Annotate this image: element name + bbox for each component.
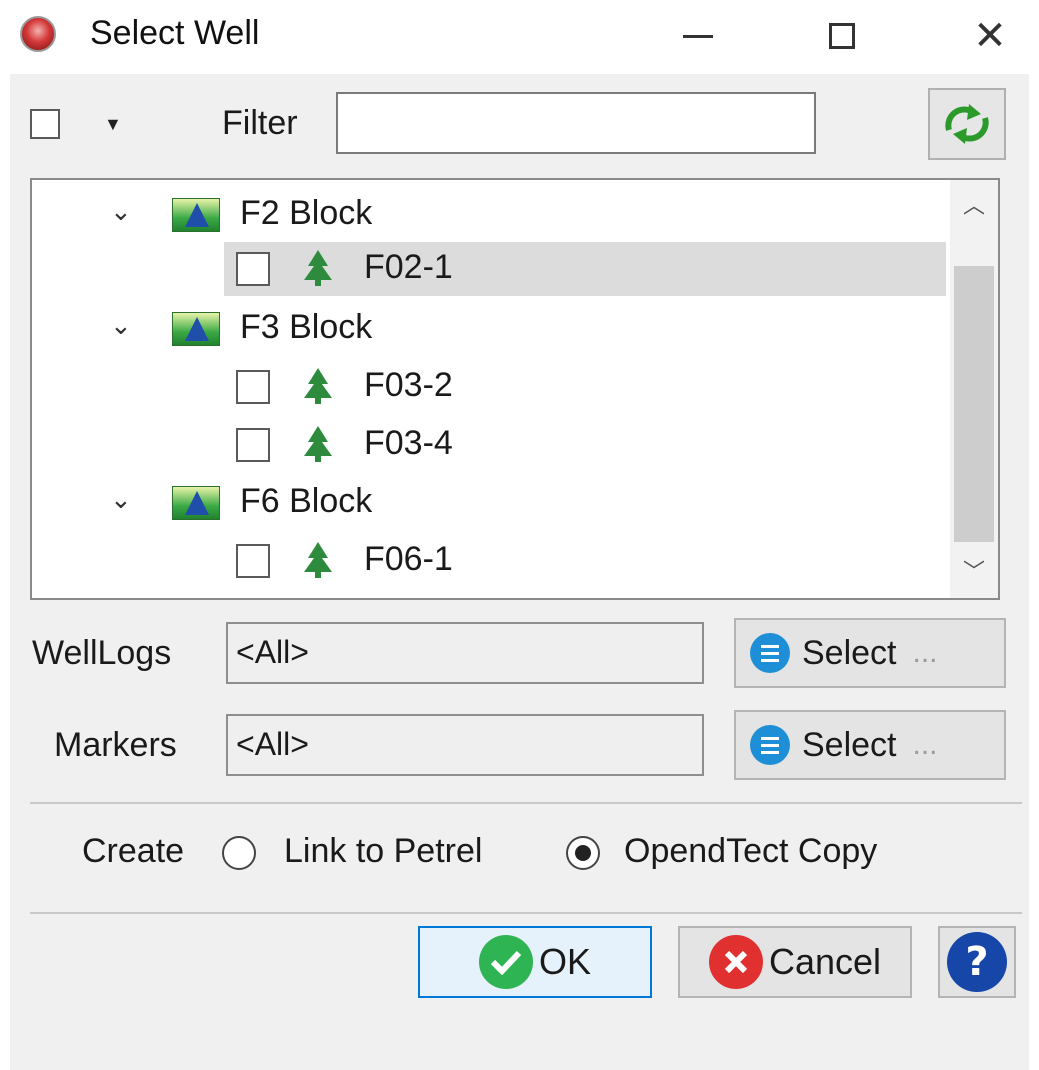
radio-link-to-petrel-label[interactable]: Link to Petrel — [284, 832, 482, 871]
select-button-ellipsis: ... — [912, 728, 938, 761]
maximize-icon — [829, 23, 855, 49]
scrollbar-thumb[interactable] — [954, 266, 994, 542]
select-button-label: Select — [802, 725, 897, 764]
tree-well-row[interactable]: F02-1 — [32, 240, 952, 296]
well-checkbox[interactable] — [236, 544, 270, 578]
tree-group-row[interactable]: ⌄ F2 Block — [32, 186, 952, 242]
close-button[interactable]: ✕ — [950, 6, 1030, 66]
tree-group-row[interactable]: ⌄ F3 Block — [32, 300, 952, 356]
chevron-down-icon[interactable]: ⌄ — [110, 310, 132, 341]
chevron-down-icon[interactable]: ⌄ — [110, 484, 132, 515]
welllogs-label: WellLogs — [32, 634, 172, 672]
welllogs-select-button[interactable]: Select ... — [734, 618, 1006, 688]
tree-group-label: F2 Block — [240, 194, 373, 232]
cancel-x-icon — [708, 935, 763, 989]
tree-group-label: F6 Block — [240, 482, 373, 520]
create-label: Create — [82, 832, 185, 870]
welllogs-field: <All> — [226, 622, 704, 684]
markers-field: <All> — [226, 714, 704, 776]
vertical-scrollbar[interactable]: ︿ ﹀ — [950, 180, 998, 598]
separator — [30, 802, 1022, 804]
select-all-dropdown-icon[interactable]: ▼ — [104, 114, 122, 135]
filter-input[interactable] — [336, 92, 816, 154]
well-label: F02-1 — [364, 248, 453, 286]
well-tree-icon — [304, 368, 332, 404]
scroll-down-icon[interactable]: ﹀ — [950, 554, 998, 586]
well-tree-icon — [304, 542, 332, 578]
title-bar[interactable]: Select Well ✕ — [0, 0, 1039, 74]
well-tree[interactable]: ⌄ F2 Block F02-1 ⌄ F3 Block F03-2 F03-4 … — [30, 178, 1000, 600]
cancel-button-label: Cancel — [768, 941, 882, 982]
refresh-button[interactable] — [928, 88, 1006, 160]
filter-label: Filter — [222, 104, 298, 142]
markers-select-button[interactable]: Select ... — [734, 710, 1006, 780]
select-button-label: Select — [802, 633, 897, 672]
tree-well-row[interactable]: F06-1 — [32, 532, 952, 588]
tree-group-label: F3 Block — [240, 308, 373, 346]
chevron-down-icon[interactable]: ⌄ — [110, 196, 132, 227]
well-label: F03-2 — [364, 366, 453, 404]
well-label: F03-4 — [364, 424, 453, 462]
markers-label: Markers — [54, 726, 177, 764]
well-checkbox[interactable] — [236, 428, 270, 462]
checkmark-icon — [478, 935, 533, 989]
window-title: Select Well — [90, 14, 260, 52]
well-tree-icon — [304, 250, 332, 286]
refresh-icon — [945, 104, 989, 144]
well-group-icon — [172, 312, 220, 346]
tree-well-row[interactable]: F03-4 — [32, 416, 952, 472]
separator — [30, 912, 1022, 914]
select-button-ellipsis: ... — [912, 636, 938, 669]
well-group-icon — [172, 198, 220, 232]
well-checkbox[interactable] — [236, 370, 270, 404]
scroll-up-icon[interactable]: ︿ — [950, 188, 998, 220]
well-group-icon — [172, 486, 220, 520]
select-all-checkbox[interactable] — [30, 109, 60, 139]
app-logo-icon — [20, 16, 56, 52]
tree-group-row[interactable]: ⌄ F6 Block — [32, 474, 952, 530]
list-icon — [750, 725, 790, 765]
ok-button-label: OK — [538, 941, 591, 982]
well-tree-icon — [304, 426, 332, 462]
cancel-button[interactable]: Cancel — [678, 926, 912, 998]
minimize-icon — [683, 34, 713, 38]
help-icon: ? — [947, 932, 1007, 992]
tree-well-row[interactable]: F03-2 — [32, 358, 952, 414]
help-button[interactable]: ? — [938, 926, 1016, 998]
minimize-button[interactable] — [658, 6, 738, 66]
maximize-button[interactable] — [802, 6, 882, 66]
dialog-body: ▼ Filter ⌄ F2 Block F02-1 ⌄ F3 Block F03… — [10, 74, 1029, 1070]
radio-opendtect-copy[interactable] — [566, 836, 600, 870]
close-icon: ✕ — [973, 14, 1007, 58]
ok-button[interactable]: OK — [418, 926, 652, 998]
list-icon — [750, 633, 790, 673]
radio-opendtect-copy-label[interactable]: OpendTect Copy — [624, 832, 877, 871]
well-label: F06-1 — [364, 540, 453, 578]
radio-link-to-petrel[interactable] — [222, 836, 256, 870]
well-checkbox[interactable] — [236, 252, 270, 286]
